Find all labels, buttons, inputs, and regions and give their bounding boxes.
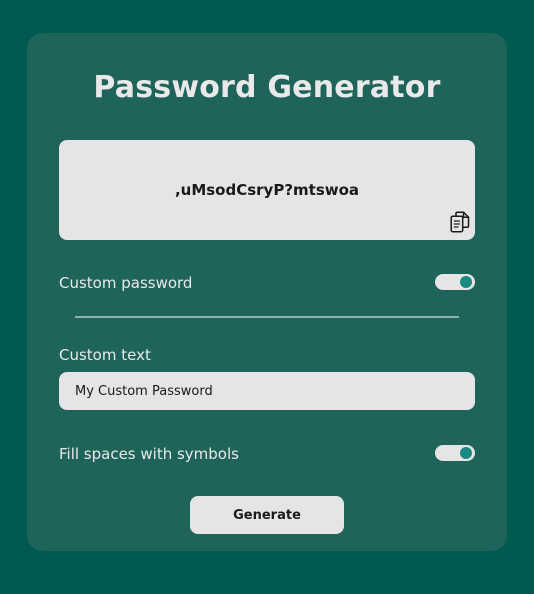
custom-text-label: Custom text <box>59 346 151 364</box>
page-title: Password Generator <box>93 70 441 105</box>
generate-button[interactable]: Generate <box>190 496 344 534</box>
fill-symbols-toggle[interactable] <box>435 445 475 461</box>
custom-password-toggle[interactable] <box>435 274 475 290</box>
custom-password-label: Custom password <box>59 274 193 292</box>
custom-text-input[interactable] <box>59 372 475 410</box>
password-generator-card: Password Generator ,uMsodCsryP?mtswoa Cu… <box>27 33 507 551</box>
toggle-knob <box>460 447 472 459</box>
toggle-knob <box>460 276 472 288</box>
divider <box>75 316 459 318</box>
generated-password: ,uMsodCsryP?mtswoa <box>174 181 360 199</box>
copy-icon[interactable] <box>450 211 470 233</box>
password-output: ,uMsodCsryP?mtswoa <box>59 140 475 240</box>
fill-symbols-label: Fill spaces with symbols <box>59 445 239 463</box>
